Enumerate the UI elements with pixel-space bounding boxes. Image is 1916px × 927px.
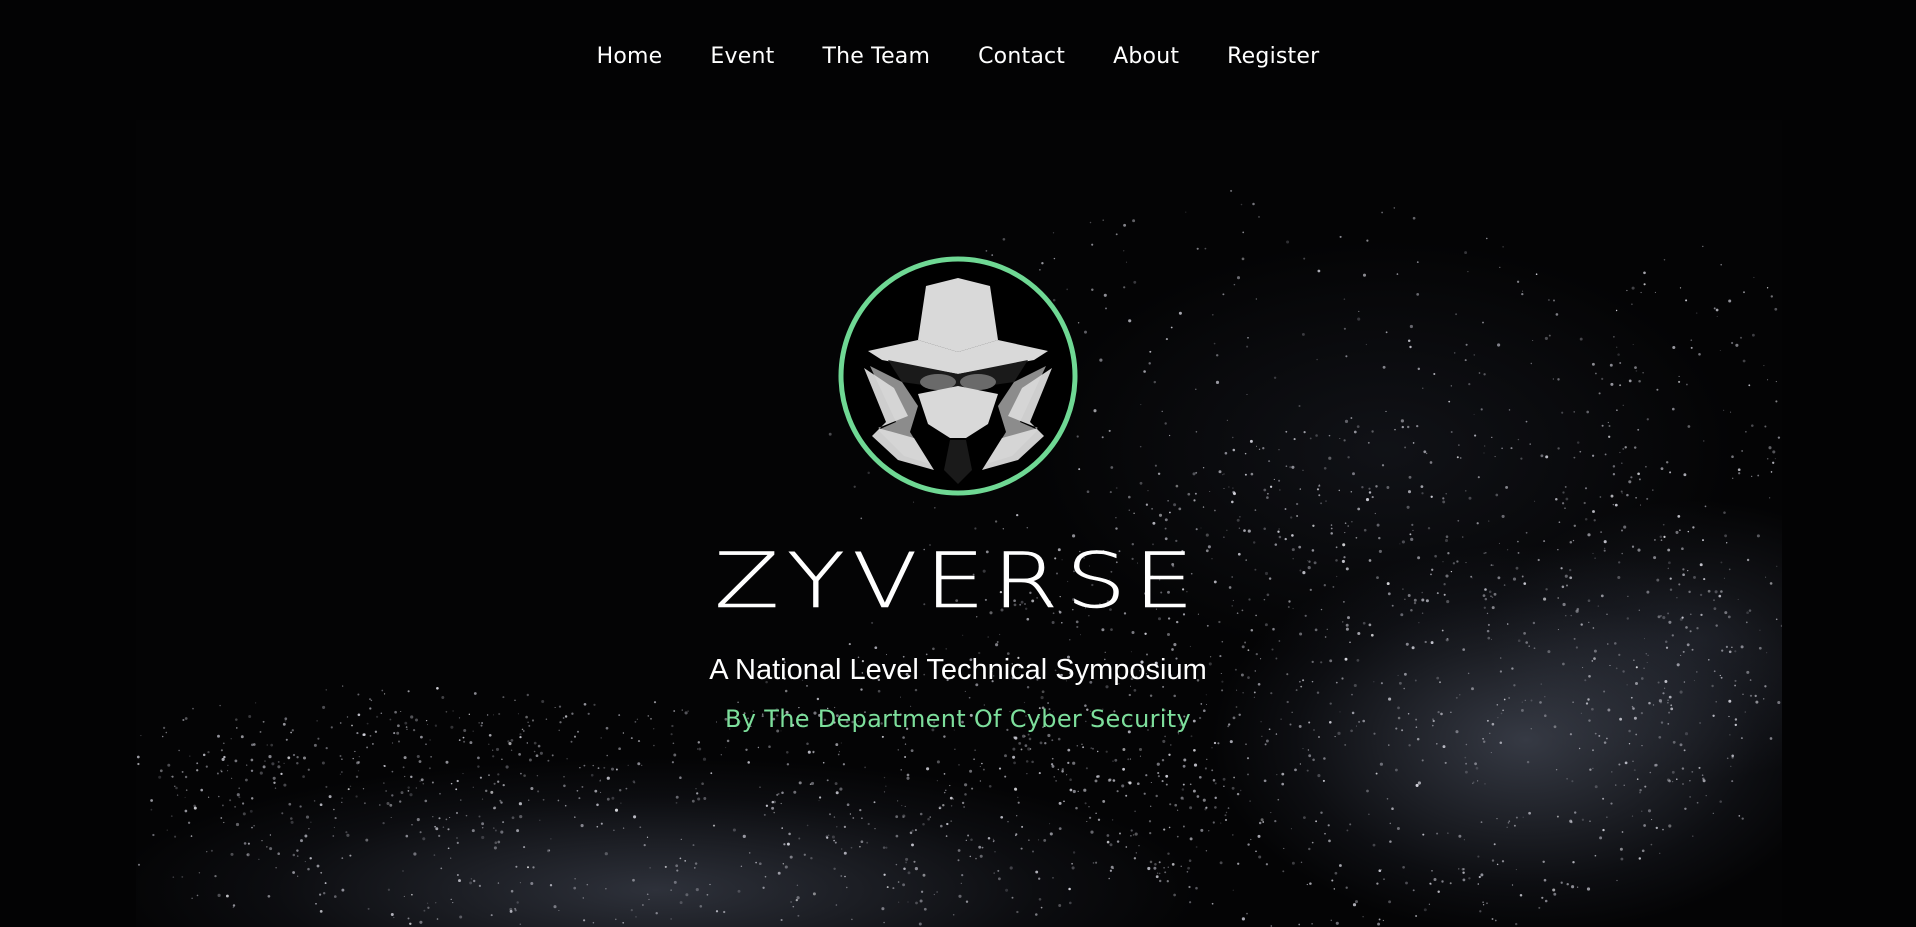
main-navigation: Home Event The Team Contact About Regist… xyxy=(0,44,1916,69)
nav-link-register[interactable]: Register xyxy=(1203,44,1343,69)
nav-link-contact[interactable]: Contact xyxy=(954,44,1089,69)
nav-link-home[interactable]: Home xyxy=(573,44,687,69)
nav-link-event[interactable]: Event xyxy=(686,44,798,69)
hooded-spy-icon xyxy=(838,256,1078,496)
page: Home Event The Team Contact About Regist… xyxy=(0,0,1916,927)
hero-section: ZYVERSE A National Level Technical Sympo… xyxy=(0,0,1916,927)
brand-title-text: ZYVERSE xyxy=(714,536,1202,626)
hero-subtitle: A National Level Technical Symposium xyxy=(709,654,1207,686)
nav-link-about[interactable]: About xyxy=(1089,44,1203,69)
brand-title: ZYVERSE xyxy=(0,536,1916,626)
hero-tagline: By The Department Of Cyber Security xyxy=(725,705,1191,733)
nav-link-the-team[interactable]: The Team xyxy=(798,44,954,69)
